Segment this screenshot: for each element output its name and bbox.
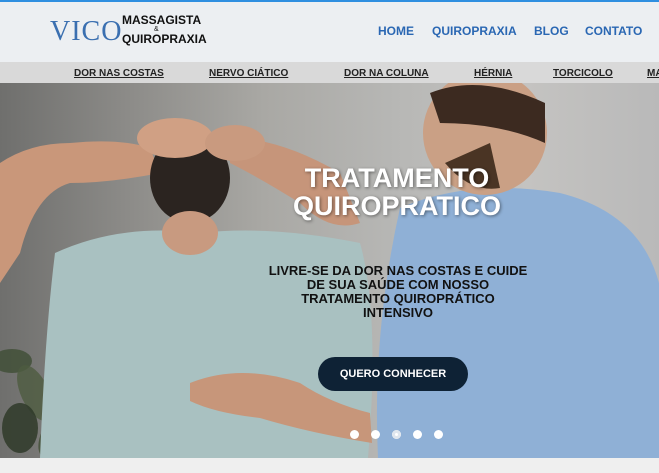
nav-contato[interactable]: CONTATO [585,24,642,38]
below-hero-section [0,458,659,473]
quero-conhecer-button[interactable]: QUERO CONHECER [318,357,468,391]
carousel-dots [350,430,450,440]
nav-quiropraxia[interactable]: QUIROPRAXIA [432,24,517,38]
logo-line-2: QUIROPRAXIA [122,32,207,46]
carousel-dot-5[interactable] [434,430,443,439]
carousel-dot-2[interactable] [371,430,380,439]
subnav-nervo-ciatico[interactable]: NERVO CIÁTICO [209,68,288,79]
site-header: VICO MASSAGISTA & QUIROPRAXIA HOME QUIRO… [0,2,659,62]
logo-text[interactable]: MASSAGISTA & QUIROPRAXIA [122,13,207,46]
hero-banner: TRATAMENTO QUIROPRATICO LIVRE-SE DA DOR … [0,83,659,458]
subnav-dor-nas-costas[interactable]: DOR NAS COSTAS [74,68,164,79]
subnav-dor-na-coluna[interactable]: DOR NA COLUNA [344,68,429,79]
hero-title-line-2: QUIROPRATICO [293,191,501,221]
subnav-hernia[interactable]: HÉRNIA [474,68,512,79]
logo-line-1: MASSAGISTA [122,13,202,27]
hero-title-line-1: TRATAMENTO [304,163,490,193]
subnav-more[interactable]: MA [647,68,659,79]
secondary-nav: DOR NAS COSTAS NERVO CIÁTICO DOR NA COLU… [0,62,659,83]
carousel-dot-1[interactable] [350,430,359,439]
subnav-torcicolo[interactable]: TORCICOLO [553,68,613,79]
nav-home[interactable]: HOME [378,24,414,38]
carousel-dot-4[interactable] [413,430,422,439]
carousel-dot-3[interactable] [392,430,401,439]
logo-vico[interactable]: VICO [50,16,122,48]
hero-subtitle: LIVRE-SE DA DOR NAS COSTAS E CUIDE DE SU… [268,263,528,320]
nav-blog[interactable]: BLOG [534,24,569,38]
